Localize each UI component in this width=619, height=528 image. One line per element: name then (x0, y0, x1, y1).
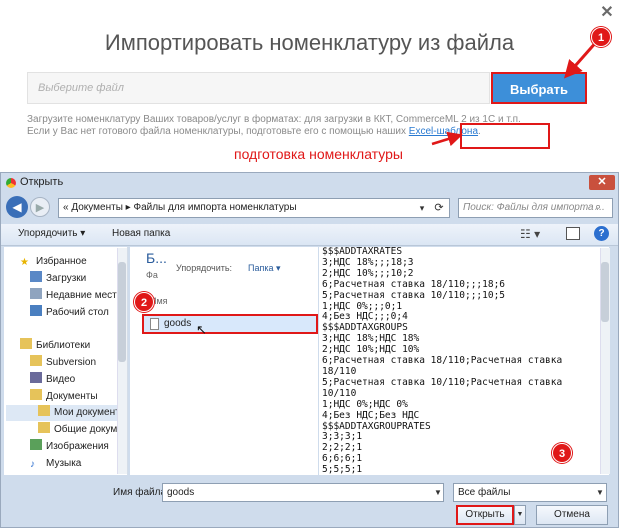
search-icon: ⌕ (595, 201, 602, 213)
arrange-dropdown[interactable]: Папка ▾ (248, 263, 281, 274)
preview-line: 5;Расчетная ставка 10/110;Расчетная став… (322, 376, 563, 388)
preview-pane-icon[interactable] (566, 227, 580, 240)
page-title: Импортировать номенклатуру из файла (104, 30, 515, 55)
nav-subversion[interactable]: Subversion (30, 355, 96, 371)
nav-images[interactable]: Изображения (30, 439, 109, 455)
nav-downloads[interactable]: Загрузки (30, 271, 86, 287)
cancel-button[interactable]: Отмена (536, 505, 608, 525)
organize-button[interactable]: Упорядочить ▾ (18, 228, 85, 239)
mouse-cursor-icon: ↖ (196, 322, 207, 337)
preview-line: 6;Расчетная ставка 18/110;Расчетная став… (322, 355, 563, 367)
chevron-down-icon[interactable]: ▼ (432, 484, 444, 501)
dialog-close-button[interactable]: ✕ (589, 175, 615, 190)
filetype-select[interactable]: Все файлы (453, 483, 607, 502)
nav-video[interactable]: Видео (30, 372, 75, 388)
preview-line: 3;3;3;1 (322, 431, 363, 443)
excel-link-highlight (460, 123, 550, 149)
marker-3: 3 (552, 443, 572, 463)
back-icon[interactable]: ◀ (6, 196, 28, 218)
refresh-icon[interactable]: ⟳ (430, 198, 448, 218)
preview-line: 5;5;5;1 (322, 464, 363, 475)
filename-label: Имя файла: (113, 487, 169, 498)
nav-libraries[interactable]: Библиотеки (20, 338, 90, 354)
address-bar[interactable]: « Документы ▸ Файлы для импорта номенкла… (58, 198, 450, 218)
nav-recent[interactable]: Недавние места (30, 288, 122, 304)
choose-file-button[interactable]: Выбрать (491, 72, 587, 104)
forward-icon[interactable]: ▶ (30, 197, 50, 217)
preview-scrollbar-thumb[interactable] (601, 262, 609, 322)
new-folder-button[interactable]: Новая папка (112, 228, 170, 239)
open-button[interactable]: Открыть (456, 505, 514, 525)
description-line1: Загрузите номенклатуру Ваших товаров/усл… (27, 114, 521, 125)
preview-line: 5;Расчетная ставка 10/110;;;10;5 (322, 289, 506, 301)
file-input[interactable]: Выберите файл (27, 72, 490, 104)
view-options-icon[interactable]: ☷ ▾ (520, 227, 540, 241)
chevron-down-icon[interactable]: ▾ (414, 198, 430, 218)
nav-public-documents[interactable]: Общие докум (38, 422, 117, 438)
library-title: Б... (146, 250, 167, 266)
dialog-title: Открыть (20, 176, 64, 188)
marker-1: 1 (591, 27, 611, 47)
filename-input[interactable]: goods (162, 483, 444, 502)
preview-line: 1;НДС 0%;НДС 0% (322, 398, 408, 410)
arrange-label: Упорядочить: (176, 263, 233, 273)
preview-line: 6;Расчетная ставка 18/110;;;18;6 (322, 278, 506, 290)
library-subtitle: Фа (146, 270, 158, 280)
close-icon[interactable]: ✕ (600, 5, 614, 21)
description-line2: Если у Вас нет готового файла номенклату… (27, 126, 409, 137)
nav-my-documents[interactable]: Мои документ (6, 405, 120, 421)
nav-scrollbar-thumb[interactable] (118, 262, 126, 362)
file-preview: $$$ADDTAXRATES 3;НДС 18%;;;18;3 2;НДС 10%;… (319, 247, 609, 475)
help-icon[interactable]: ? (594, 226, 609, 241)
annotation-label: подготовка номенклатуры (234, 146, 403, 162)
file-name-label: goods (164, 318, 192, 329)
nav-desktop[interactable]: Рабочий стол (30, 305, 109, 321)
nav-favorites[interactable]: ★ Избранное (20, 254, 87, 270)
nav-music[interactable]: ♪ Музыка (30, 456, 81, 472)
preview-line: 4;Без НДС;Без НДС (322, 409, 420, 421)
chrome-icon (6, 178, 16, 188)
marker-2: 2 (134, 292, 154, 312)
search-input[interactable]: Поиск: Файлы для импорта ... (458, 198, 613, 218)
text-file-icon (150, 318, 159, 330)
nav-documents[interactable]: Документы (30, 389, 98, 405)
open-options-arrow[interactable]: ▼ (514, 505, 526, 525)
preview-line: $$$ADDTAXGROUPRATES (322, 420, 431, 432)
chevron-down-icon[interactable]: ▼ (594, 484, 606, 501)
file-list-pane (130, 247, 318, 475)
